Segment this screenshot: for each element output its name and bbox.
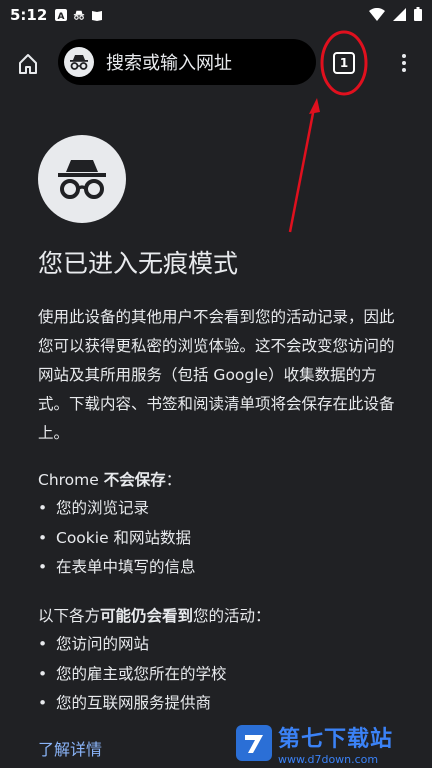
not-saved-heading: Chrome 不会保存： — [38, 471, 182, 489]
incognito-icon — [64, 47, 94, 77]
watermark-title: 第七下载站 — [278, 726, 394, 752]
omnibox-placeholder: 搜索或输入网址 — [106, 53, 232, 74]
list-item: • 您的互联网服务提供商 — [38, 694, 212, 712]
omnibox[interactable]: 搜索或输入网址 — [58, 39, 316, 85]
a-box-icon: A — [55, 9, 68, 21]
annotation-arrow — [288, 107, 316, 233]
list-item: • 您的雇主或您所在的学校 — [38, 664, 227, 683]
battery-icon — [414, 6, 422, 25]
overflow-menu-button[interactable] — [394, 48, 414, 78]
watermark-logo-icon — [236, 725, 272, 761]
incognito-logo — [38, 135, 126, 223]
visible-to-list: • 您访问的网站 • 您的雇主或您所在的学校 • 您的互联网服务提供商 — [38, 630, 227, 719]
visible-to-heading: 以下各方可能仍会看到您的活动： — [38, 607, 271, 625]
svg-text:A: A — [58, 12, 65, 21]
signal-icon — [393, 6, 406, 25]
list-item: • 您访问的网站 — [38, 635, 150, 653]
tab-count: 1 — [339, 56, 349, 70]
system-icons — [369, 6, 422, 25]
wifi-icon — [369, 6, 385, 25]
home-button[interactable] — [12, 48, 44, 80]
notification-icons: A — [55, 9, 103, 21]
tab-switcher-button[interactable]: 1 — [333, 52, 355, 74]
incognito-large-icon — [58, 160, 106, 199]
browser-toolbar: 搜索或输入网址 1 — [0, 36, 432, 90]
annotation-arrowhead — [309, 98, 320, 114]
status-time: 5:12 — [10, 6, 48, 24]
incognito-status-icon — [73, 9, 85, 21]
not-saved-list: • 您的浏览记录 • Cookie 和网站数据 • 在表单中填写的信息 — [38, 494, 196, 583]
book-icon — [91, 9, 103, 21]
list-item: • 在表单中填写的信息 — [38, 558, 196, 576]
incognito-description: 使用此设备的其他用户不会看到您的活动记录，因此您可以获得更私密的浏览体验。这不会… — [38, 308, 395, 442]
list-item: • Cookie 和网站数据 — [38, 528, 192, 547]
status-bar: 5:12 A — [0, 0, 432, 30]
list-item: • 您的浏览记录 — [38, 499, 150, 517]
learn-more-link[interactable]: 了解详情 — [38, 736, 102, 760]
home-icon — [19, 54, 37, 74]
page-title: 您已进入无痕模式 — [38, 249, 239, 278]
watermark-url: www.d7down.com — [278, 752, 379, 766]
watermark: 第七下载站 www.d7down.com — [236, 718, 432, 768]
